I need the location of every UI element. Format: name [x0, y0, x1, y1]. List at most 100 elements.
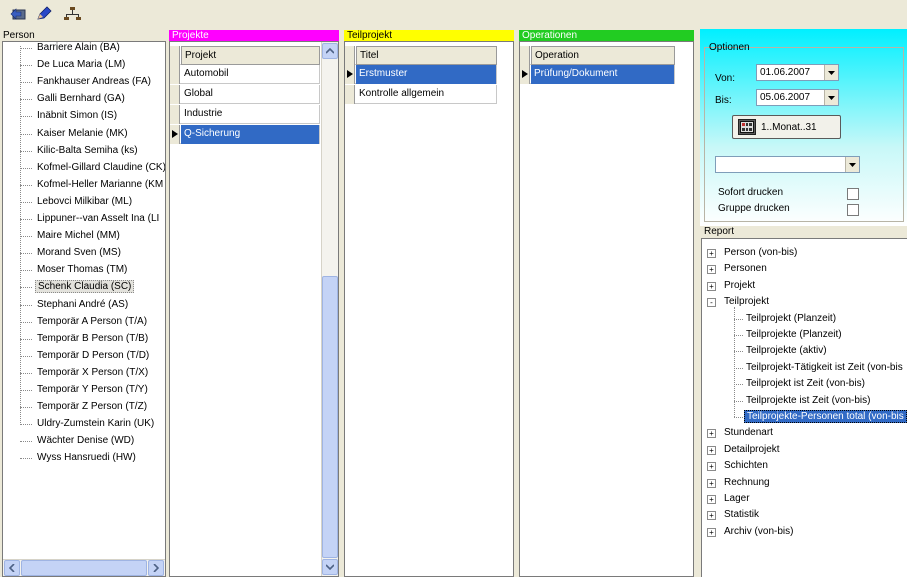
von-date-value: 01.06.2007: [760, 67, 811, 78]
person-item[interactable]: Morand Sven (MS): [20, 245, 123, 261]
person-item[interactable]: Barriere Alain (BA): [20, 42, 122, 56]
report-category[interactable]: + Archiv (von-bis): [707, 524, 795, 540]
expand-plus-icon[interactable]: +: [707, 478, 716, 488]
projekte-vscrollbar[interactable]: [321, 42, 338, 576]
projekte-row[interactable]: Global: [170, 85, 320, 104]
collapse-minus-icon[interactable]: -: [707, 298, 716, 308]
person-item[interactable]: Fankhauser Andreas (FA): [20, 74, 153, 90]
edit-pencil-icon[interactable]: [34, 5, 54, 23]
report-category[interactable]: + Personen: [707, 261, 769, 277]
chevron-down-icon[interactable]: [824, 90, 838, 105]
scroll-down-icon[interactable]: [322, 559, 338, 575]
person-item[interactable]: Schenk Claudia (SC): [20, 279, 135, 295]
report-option-dropdown[interactable]: [715, 156, 860, 173]
expand-plus-icon[interactable]: +: [707, 495, 716, 504]
person-hscroll-thumb[interactable]: [21, 560, 147, 576]
expand-plus-icon[interactable]: +: [707, 511, 716, 521]
tree-connector-line: [734, 318, 743, 320]
expand-plus-icon[interactable]: +: [707, 445, 716, 455]
gruppe-drucken-label: Gruppe drucken: [718, 203, 790, 214]
person-tree[interactable]: Barriere Alain (BA) De Luca Maria (LM) Fan…: [2, 41, 166, 577]
person-item[interactable]: Temporär Y Person (T/Y): [20, 382, 150, 398]
scroll-right-icon[interactable]: [148, 560, 164, 576]
scroll-up-icon[interactable]: [322, 43, 338, 59]
expand-plus-icon[interactable]: +: [707, 462, 716, 472]
row-indicator: [170, 85, 180, 104]
projekte-row[interactable]: Q-Sicherung: [170, 125, 320, 144]
report-item[interactable]: Teilprojekte ist Zeit (von-bis): [734, 393, 872, 409]
report-category[interactable]: + Detailprojekt: [707, 442, 782, 458]
expand-plus-icon[interactable]: +: [707, 249, 716, 258]
projekte-column-header: Projekt: [170, 46, 320, 65]
chevron-down-icon[interactable]: [845, 157, 859, 172]
report-item[interactable]: Teilprojekte (Planzeit): [734, 327, 844, 343]
report-item[interactable]: Teilprojekte-Personen total (von-bis: [734, 409, 907, 425]
row-pointer-icon: [520, 65, 530, 84]
person-item[interactable]: Kofmel-Heller Marianne (KM: [20, 177, 165, 193]
chevron-down-icon[interactable]: [824, 65, 838, 80]
back-arrow-icon[interactable]: [8, 5, 28, 23]
expand-plus-icon[interactable]: +: [707, 429, 716, 439]
person-item[interactable]: Moser Thomas (TM): [20, 262, 129, 278]
report-category[interactable]: - Teilprojekt: [707, 294, 771, 310]
bis-label: Bis:: [715, 95, 732, 106]
teilprojekt-header: Teilprojekt: [344, 30, 514, 41]
teilprojekt-row[interactable]: Kontrolle allgemein: [345, 85, 497, 104]
report-tree[interactable]: + Person (von-bis) + Personen + Projekt - Teilp…: [701, 238, 907, 577]
person-item[interactable]: Kofmel-Gillard Claudine (CK): [20, 160, 165, 176]
report-item[interactable]: Teilprojekte (aktiv): [734, 343, 829, 359]
projekte-row[interactable]: Industrie: [170, 105, 320, 124]
sofort-drucken-checkbox[interactable]: [847, 188, 859, 200]
operationen-grid[interactable]: Operation Prüfung/Dokument: [519, 41, 694, 577]
person-item[interactable]: Inäbnit Simon (IS): [20, 108, 119, 124]
person-item[interactable]: Lippuner--van Asselt Ina (LI: [20, 211, 161, 227]
projekte-row[interactable]: Automobil: [170, 65, 320, 84]
report-item[interactable]: Teilprojekt ist Zeit (von-bis): [734, 376, 867, 392]
person-item[interactable]: Kaiser Melanie (MK): [20, 126, 130, 142]
operationen-row[interactable]: Prüfung/Dokument: [520, 65, 675, 84]
person-item[interactable]: Wächter Denise (WD): [20, 433, 136, 449]
von-label: Von:: [715, 73, 736, 84]
person-item[interactable]: Temporär A Person (T/A): [20, 314, 149, 330]
expand-plus-icon[interactable]: +: [707, 527, 716, 537]
month-range-button[interactable]: 1..Monat..31: [732, 115, 841, 139]
report-item[interactable]: Teilprojekt-Tätigkeit ist Zeit (von-bis: [734, 360, 905, 376]
von-date-combo[interactable]: 01.06.2007: [756, 64, 839, 81]
expand-plus-icon[interactable]: +: [707, 265, 716, 275]
teilprojekt-row[interactable]: Erstmuster: [345, 65, 497, 84]
row-indicator: [170, 65, 180, 84]
row-indicator: [170, 105, 180, 124]
person-item[interactable]: Temporär Z Person (T/Z): [20, 399, 149, 415]
person-item[interactable]: Temporär B Person (T/B): [20, 331, 150, 347]
person-item[interactable]: Uldry-Zumstein Karin (UK): [20, 416, 156, 432]
person-item[interactable]: De Luca Maria (LM): [20, 57, 127, 73]
scroll-left-icon[interactable]: [4, 560, 20, 576]
report-category[interactable]: + Schichten: [707, 458, 770, 474]
person-item[interactable]: Temporär D Person (T/D): [20, 348, 151, 364]
teilprojekt-grid[interactable]: Titel Erstmuster Kontrolle allgemein: [344, 41, 514, 577]
teilprojekt-column-header: Titel: [345, 46, 497, 65]
report-category[interactable]: + Statistik: [707, 507, 761, 523]
person-item[interactable]: Temporär X Person (T/X): [20, 365, 150, 381]
projekte-vscroll-thumb[interactable]: [322, 276, 338, 558]
report-category[interactable]: + Lager: [707, 491, 752, 507]
report-item[interactable]: Teilprojekt (Planzeit): [734, 311, 838, 327]
person-item[interactable]: Maire Michel (MM): [20, 228, 122, 244]
report-category[interactable]: + Stundenart: [707, 425, 775, 441]
calendar-icon: [738, 119, 756, 135]
projekte-grid[interactable]: Projekt Automobil Global Industrie Q-Sicher…: [169, 41, 339, 577]
person-item[interactable]: Kilic-Balta Semiha (ks): [20, 143, 140, 159]
person-item[interactable]: Galli Bernhard (GA): [20, 91, 127, 107]
expand-plus-icon[interactable]: +: [707, 281, 716, 291]
network-tree-icon[interactable]: [62, 5, 82, 23]
person-item[interactable]: Lebovci Milkibar (ML): [20, 194, 134, 210]
report-category[interactable]: + Projekt: [707, 278, 757, 294]
person-item[interactable]: Wyss Hansruedi (HW): [20, 450, 138, 466]
person-item[interactable]: Stephani André (AS): [20, 297, 130, 313]
report-header: Report: [704, 226, 735, 237]
person-hscrollbar[interactable]: [3, 559, 165, 576]
report-category[interactable]: + Rechnung: [707, 475, 772, 491]
gruppe-drucken-checkbox[interactable]: [847, 204, 859, 216]
bis-date-combo[interactable]: 05.06.2007: [756, 89, 839, 106]
report-category[interactable]: + Person (von-bis): [707, 245, 799, 261]
